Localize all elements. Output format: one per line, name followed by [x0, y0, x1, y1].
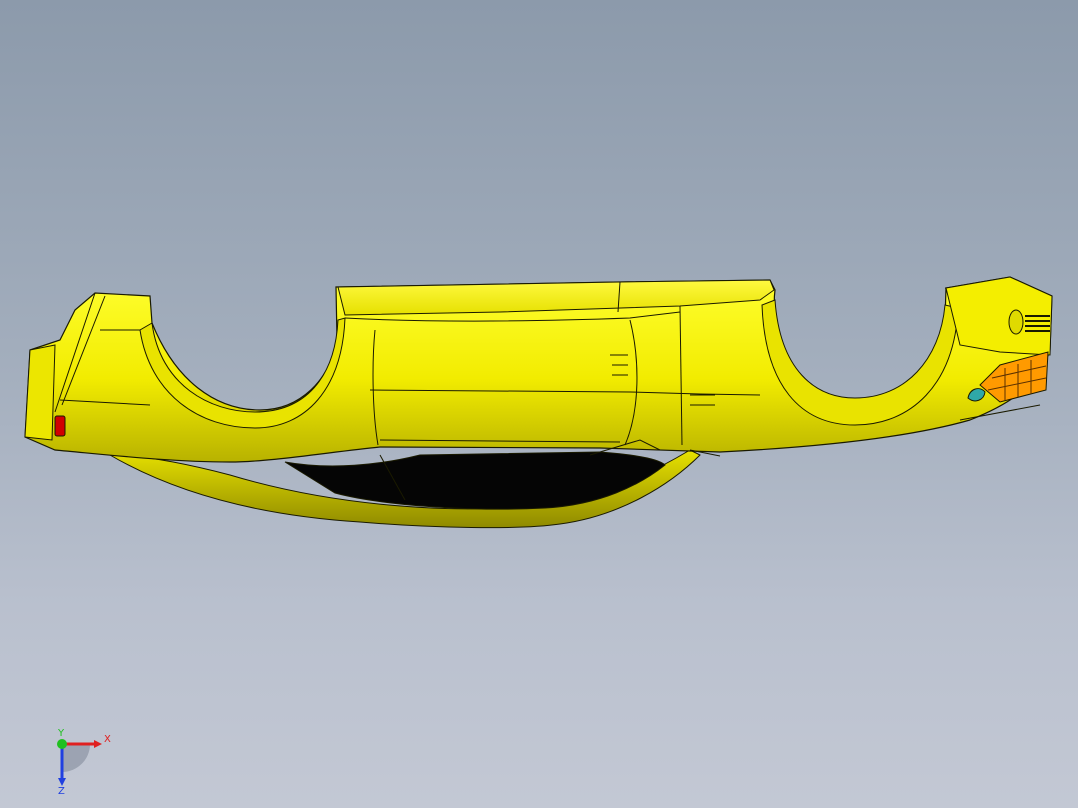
triad-shadow — [62, 744, 90, 772]
taillight — [54, 415, 66, 437]
coordinate-triad: X Y Z — [57, 728, 111, 794]
x-axis-head — [94, 740, 102, 748]
x-axis-label: X — [104, 734, 111, 745]
y-axis-label: Y — [57, 728, 65, 739]
graphics-viewport[interactable]: X Y Z — [0, 0, 1078, 808]
front-vent — [1008, 309, 1024, 335]
car-body-model[interactable] — [0, 0, 1078, 808]
y-axis-dot — [57, 739, 67, 749]
rear-bumper — [24, 344, 56, 441]
z-axis-label: Z — [58, 786, 65, 794]
z-axis-head — [58, 778, 66, 786]
